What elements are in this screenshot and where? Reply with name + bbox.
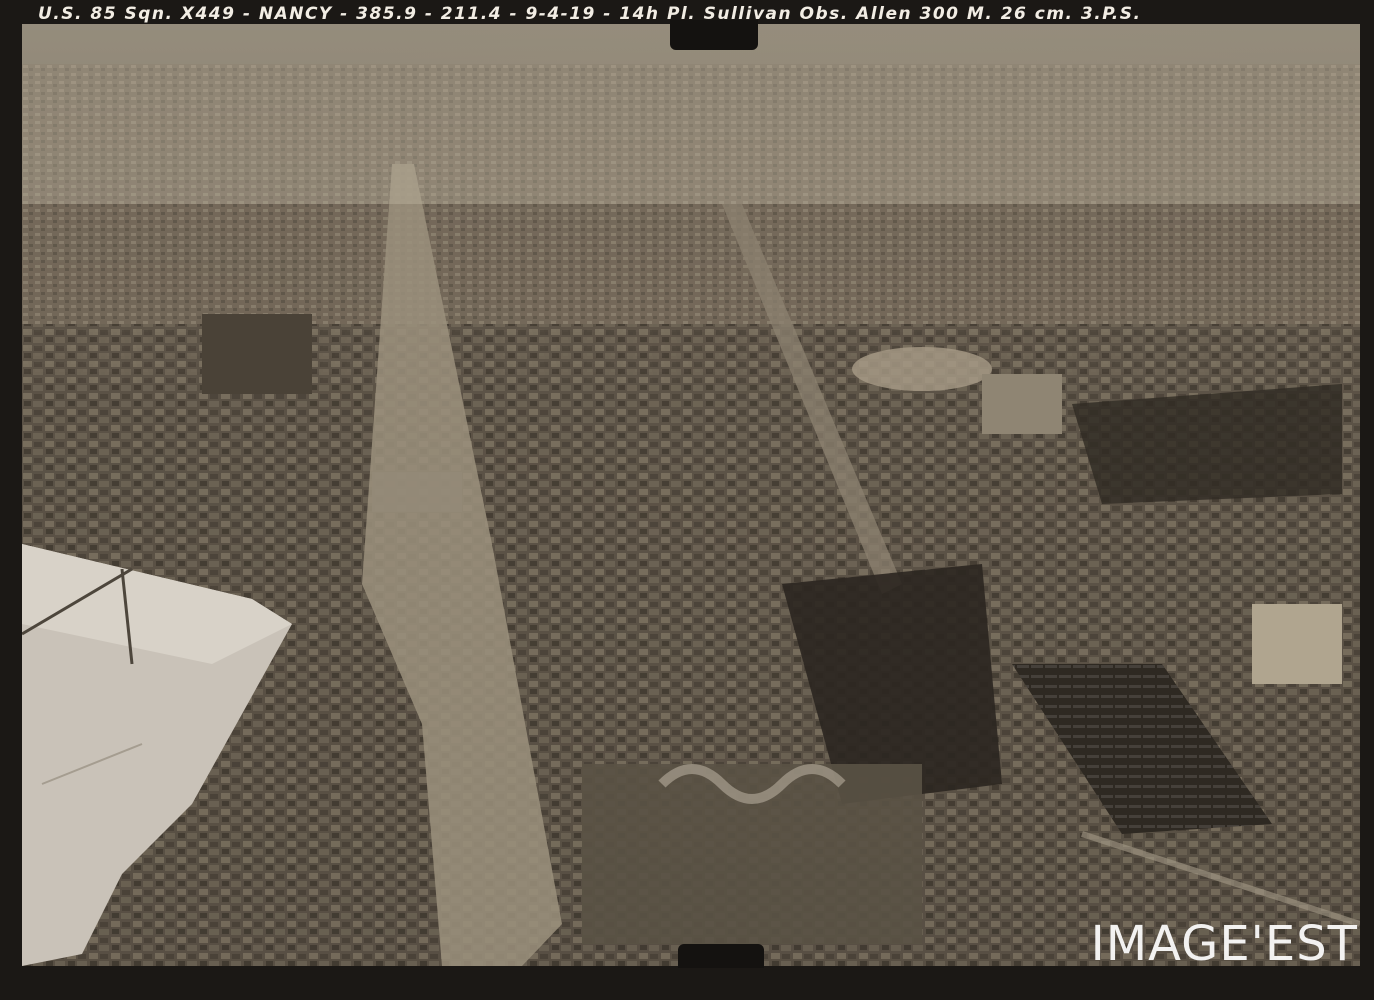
watermark: IMAGE'EST — [1090, 916, 1358, 972]
plaza — [372, 472, 462, 512]
city-square — [852, 347, 992, 391]
mounting-clip-top — [670, 20, 758, 50]
aerial-city-scene — [22, 24, 1360, 966]
large-building — [982, 374, 1062, 434]
photo-caption: U.S. 85 Sqn. X449 - NANCY - 385.9 - 211.… — [38, 4, 1142, 24]
mounting-clip-bottom — [678, 944, 764, 968]
building-right — [1252, 604, 1342, 684]
factory-roofs — [582, 764, 922, 944]
aerial-photograph — [22, 24, 1360, 966]
photo-print: U.S. 85 Sqn. X449 - NANCY - 385.9 - 211.… — [0, 0, 1374, 1000]
cathedral — [202, 314, 312, 394]
atmospheric-haze — [22, 24, 1360, 204]
trees-right — [1072, 384, 1342, 504]
